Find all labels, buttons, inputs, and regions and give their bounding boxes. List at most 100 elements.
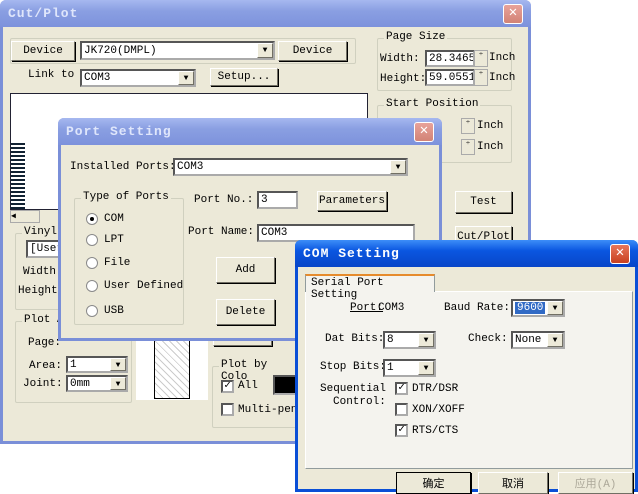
- device-value: JK720(DMPL): [84, 44, 157, 57]
- title-bar: COM Setting: [295, 240, 638, 267]
- page-label: Page:: [28, 337, 62, 349]
- vinyl-width-label: Width:: [23, 266, 63, 278]
- chevron-down-icon: ▼: [418, 361, 434, 375]
- spinner[interactable]: ÷: [461, 118, 475, 134]
- scrollbar[interactable]: ◀: [10, 210, 40, 223]
- rts-cts-checkbox[interactable]: ✓: [395, 424, 408, 437]
- dtr-dsr-label: DTR/DSR: [412, 383, 459, 395]
- area-label: Area:: [29, 360, 63, 372]
- all-checkbox[interactable]: ✓: [221, 380, 234, 393]
- height-label: Height:: [380, 73, 427, 85]
- spinner[interactable]: ÷: [474, 69, 488, 86]
- multi-pen-label: Multi-pen: [238, 404, 298, 416]
- radio-user-defined[interactable]: [86, 280, 98, 292]
- radio-label: User Defined: [104, 280, 184, 292]
- chevron-down-icon: ▼: [547, 301, 563, 315]
- unit-label: Inch: [477, 120, 504, 132]
- multi-pen-checkbox[interactable]: [221, 403, 234, 416]
- chevron-down-icon: ▼: [418, 333, 434, 347]
- unit-label: Inch: [477, 141, 504, 153]
- chevron-down-icon: ▼: [547, 333, 563, 347]
- stop-bits-value: 1: [387, 362, 394, 374]
- test-button[interactable]: Test: [455, 191, 512, 213]
- unit-label: Inch: [489, 52, 516, 64]
- radio-file[interactable]: [86, 257, 98, 269]
- start-position-label: Start Position: [384, 98, 481, 110]
- dtr-dsr-checkbox[interactable]: ✓: [395, 382, 408, 395]
- delete-button[interactable]: Delete: [216, 299, 275, 325]
- parameters-button[interactable]: Parameters: [317, 191, 387, 211]
- spinner[interactable]: ÷: [461, 139, 475, 155]
- radio-label: File: [104, 257, 131, 269]
- radio-com[interactable]: [86, 213, 98, 225]
- title-bar: Cut/Plot: [0, 0, 531, 27]
- installed-ports-label: Installed Ports:: [70, 161, 176, 173]
- dat-bits-value: 8: [387, 334, 394, 346]
- chevron-down-icon: ▼: [257, 43, 273, 58]
- add-button[interactable]: Add: [216, 257, 275, 283]
- stop-bits-combo[interactable]: 1 ▼: [383, 359, 436, 377]
- apply-button[interactable]: 应用(A): [558, 472, 633, 494]
- control-label: Control:: [333, 396, 386, 408]
- check-label: Check:: [468, 333, 508, 345]
- port-no-label: Port No.:: [194, 194, 254, 206]
- installed-ports-combo[interactable]: COM3 ▼: [173, 158, 408, 176]
- area-value: 1: [70, 358, 77, 371]
- radio-label: USB: [104, 305, 124, 317]
- close-icon[interactable]: ✕: [503, 4, 523, 24]
- dialog-title: Port Setting: [66, 124, 172, 139]
- vinyl-label: Vinyl: [22, 226, 60, 238]
- ok-button[interactable]: 确定: [396, 472, 471, 494]
- close-icon[interactable]: ✕: [414, 122, 434, 142]
- dat-bits-label: Dat Bits:: [325, 333, 385, 345]
- tab-serial-port-setting[interactable]: Serial Port Setting: [305, 274, 435, 301]
- spinner[interactable]: ÷: [474, 50, 488, 67]
- all-label: All: [238, 380, 258, 392]
- baud-rate-combo[interactable]: 9600 ▼: [511, 299, 565, 317]
- baud-rate-label: Baud Rate:: [444, 302, 511, 314]
- dialog-title: COM Setting: [303, 246, 400, 261]
- device-button[interactable]: Device: [11, 41, 75, 61]
- chevron-down-icon: ▼: [110, 358, 126, 371]
- cancel-button[interactable]: 取消: [478, 472, 548, 494]
- page-size-label: Page Size: [384, 31, 448, 43]
- check-value: None: [515, 334, 542, 346]
- link-value: COM3: [84, 72, 111, 84]
- radio-lpt[interactable]: [86, 234, 98, 246]
- radio-label: LPT: [104, 234, 124, 246]
- stop-bits-label: Stop Bits:: [320, 361, 387, 373]
- width-label: Width:: [380, 53, 420, 65]
- unit-label: Inch: [489, 72, 516, 84]
- installed-ports-value: COM3: [177, 161, 204, 173]
- xon-xoff-checkbox[interactable]: [395, 403, 408, 416]
- dat-bits-combo[interactable]: 8 ▼: [383, 331, 436, 349]
- title-bar: Port Setting: [58, 118, 442, 145]
- hatched-page: [154, 338, 190, 399]
- baud-rate-value: 9600: [515, 302, 546, 314]
- window-title: Cut/Plot: [8, 6, 79, 21]
- setup-button[interactable]: Setup...: [210, 68, 278, 86]
- link-to-label: Link to: [28, 69, 75, 81]
- port-no-input[interactable]: 3: [257, 191, 298, 209]
- tab-panel: [305, 291, 633, 469]
- check-combo[interactable]: None ▼: [511, 331, 565, 349]
- area-combo[interactable]: 1 ▼: [66, 356, 128, 373]
- rts-cts-label: RTS/CTS: [412, 425, 459, 437]
- radio-usb[interactable]: [86, 305, 98, 317]
- port-name-label: Port Name:: [188, 226, 255, 238]
- port-value: COM3: [378, 302, 405, 314]
- link-combo[interactable]: COM3 ▼: [80, 69, 196, 87]
- chevron-down-icon: ▼: [178, 71, 194, 85]
- device-combo[interactable]: JK720(DMPL) ▼: [80, 41, 275, 60]
- device-button-2[interactable]: Device: [278, 41, 347, 61]
- xon-xoff-label: XON/XOFF: [412, 404, 465, 416]
- page-height-input[interactable]: 59.0551: [425, 69, 475, 86]
- sequential-label: Sequential: [320, 383, 387, 395]
- chevron-down-icon: ▼: [110, 377, 126, 390]
- joint-combo[interactable]: 0mm ▼: [66, 375, 128, 392]
- close-icon[interactable]: ✕: [610, 244, 630, 264]
- page-width-input[interactable]: 28.3465: [425, 50, 475, 67]
- com-setting-dialog: COM Setting ✕ Serial Port Setting Port: …: [295, 240, 638, 494]
- preview-graphic: [11, 143, 25, 209]
- type-of-ports-label: Type of Ports: [81, 191, 171, 203]
